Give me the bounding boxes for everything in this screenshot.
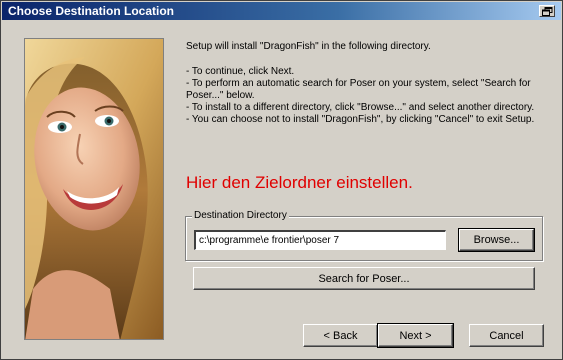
setup-dialog: Choose Destination Location Setup will i…: [0, 0, 563, 360]
browse-button[interactable]: Browse...: [458, 228, 535, 252]
setup-banner-image: [24, 38, 164, 340]
destination-path-input[interactable]: [194, 230, 446, 250]
title-bar[interactable]: Choose Destination Location: [2, 2, 561, 20]
next-button[interactable]: Next >: [377, 323, 454, 348]
cancel-button[interactable]: Cancel: [469, 324, 544, 347]
instruction-cancel: - You can choose not to install "DragonF…: [186, 114, 535, 125]
back-button[interactable]: < Back: [303, 324, 378, 347]
destination-group-label: Destination Directory: [192, 210, 289, 221]
restore-icon: [542, 7, 553, 16]
search-for-poser-button[interactable]: Search for Poser...: [193, 267, 535, 290]
instruction-search: - To perform an automatic search for Pos…: [186, 78, 531, 101]
woman-portrait-image: [25, 39, 163, 339]
instruction-browse: - To install to a different directory, c…: [186, 102, 535, 113]
annotation-text: Hier den Zielordner einstellen.: [186, 173, 413, 192]
restore-button[interactable]: [539, 5, 555, 17]
instructions-list: - To continue, click Next. - To perform …: [186, 66, 551, 126]
window-title: Choose Destination Location: [8, 4, 175, 18]
intro-text: Setup will install "DragonFish" in the f…: [186, 41, 431, 52]
instruction-continue: - To continue, click Next.: [186, 66, 295, 77]
